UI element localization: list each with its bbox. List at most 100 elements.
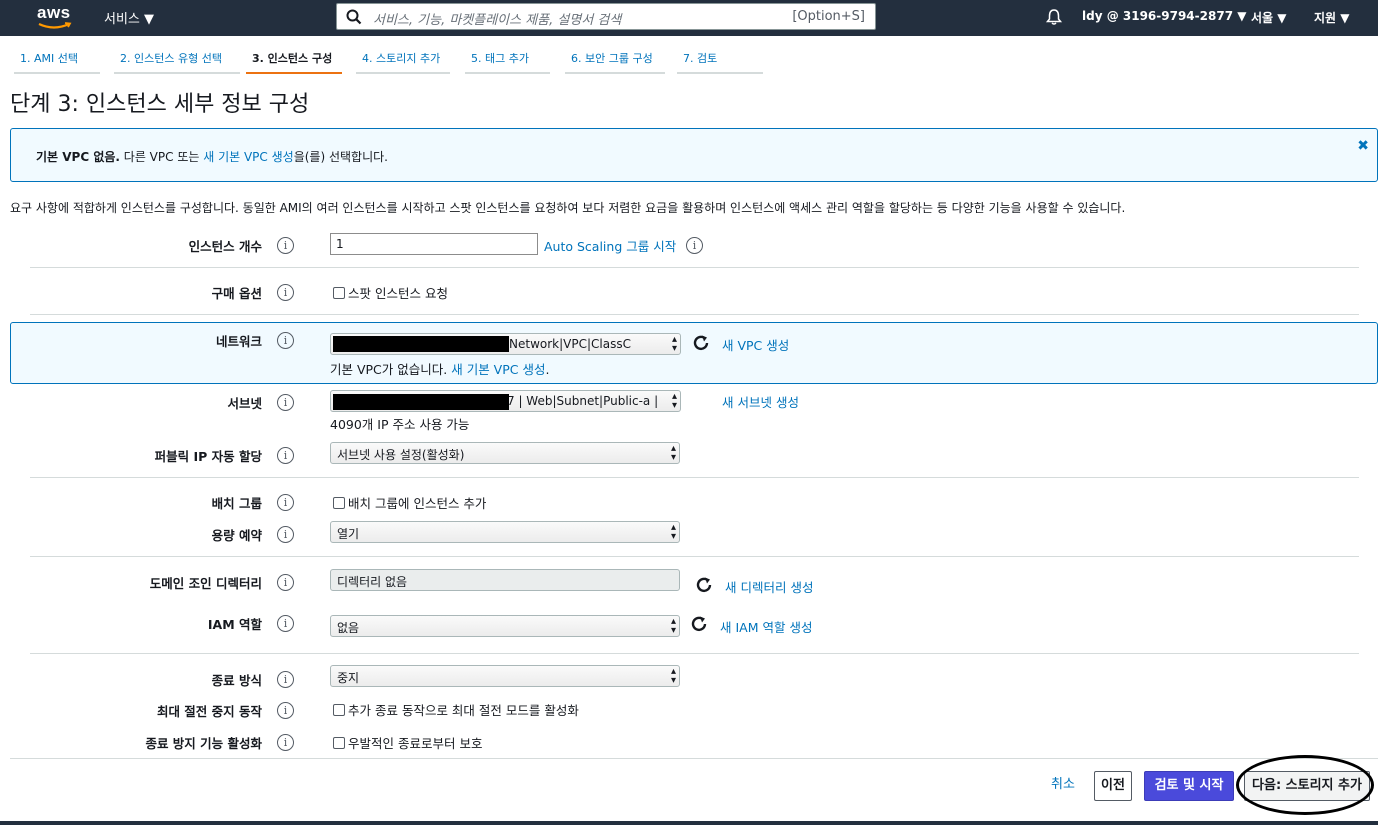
subnet-select-value: 7 | Web|Subnet|Public-a |: [507, 394, 659, 408]
subnet-label: 서브넷: [227, 396, 262, 411]
refresh-icon[interactable]: [691, 333, 711, 353]
notifications-bell-icon[interactable]: [1045, 8, 1063, 26]
account-menu[interactable]: ldy @ 3196-9794-2877 ▼: [1082, 9, 1246, 23]
alert-message: 기본 VPC 없음. 다른 VPC 또는 새 기본 VPC 생성을(를) 선택합…: [36, 148, 388, 165]
create-vpc-link[interactable]: 새 VPC 생성: [722, 335, 789, 354]
placement-group-checkbox[interactable]: 배치 그룹에 인스턴스 추가: [333, 493, 486, 512]
select-arrows-icon: ▴ ▾: [670, 666, 676, 686]
select-arrows-icon: ▴ ▾: [670, 443, 676, 463]
refresh-icon[interactable]: [694, 575, 714, 595]
select-arrows-icon: ▴ ▾: [671, 391, 677, 411]
redaction-bar: [333, 394, 509, 410]
auto-scaling-link[interactable]: Auto Scaling 그룹 시작: [544, 236, 676, 255]
checkbox-box[interactable]: [333, 704, 345, 716]
info-icon[interactable]: i: [277, 671, 294, 688]
search-shortcut-hint: [Option+S]: [792, 9, 865, 24]
info-icon[interactable]: i: [277, 237, 294, 254]
next-add-storage-button[interactable]: 다음: 스토리지 추가: [1244, 771, 1370, 801]
public-ip-label: 퍼블릭 IP 자동 할당: [154, 449, 262, 464]
alert-create-default-vpc-link[interactable]: 새 기본 VPC 생성: [203, 150, 293, 164]
termination-protection-label: 종료 방지 기능 활성화: [145, 736, 262, 751]
refresh-icon[interactable]: [689, 614, 709, 634]
info-icon[interactable]: i: [277, 702, 294, 719]
search-icon: [346, 9, 362, 25]
termination-protection-checkbox[interactable]: 우발적인 종료로부터 보호: [333, 733, 482, 752]
checkbox-box[interactable]: [333, 287, 345, 299]
hibernate-label: 최대 절전 중지 동작: [156, 704, 262, 719]
tab-add-storage[interactable]: 4. 스토리지 추가: [356, 50, 450, 74]
purchase-option-label: 구매 옵션: [211, 286, 262, 301]
iam-role-label: IAM 역할: [207, 617, 262, 632]
info-icon[interactable]: i: [277, 284, 294, 301]
close-icon[interactable]: ✖: [1357, 138, 1369, 154]
info-icon[interactable]: i: [277, 394, 294, 411]
shutdown-behavior-select[interactable]: 중지 ▴ ▾: [330, 665, 680, 687]
termination-protection-checkbox-label: 우발적인 종료로부터 보호: [348, 736, 483, 751]
info-icon[interactable]: i: [277, 526, 294, 543]
info-icon[interactable]: i: [277, 494, 294, 511]
redaction-bar: [333, 336, 509, 352]
page-title: 단계 3: 인스턴스 세부 정보 구성: [10, 92, 310, 117]
info-icon[interactable]: i: [277, 615, 294, 632]
top-navigation: aws 서비스 ▼ 서비스, 기능, 마켓플레이스 제품, 설명서 검색 [Op…: [0, 0, 1378, 36]
support-menu[interactable]: 지원 ▼: [1314, 9, 1350, 26]
shutdown-behavior-label: 종료 방식: [211, 673, 262, 688]
spot-instance-checkbox-label: 스팟 인스턴스 요청: [348, 286, 448, 301]
tab-security-group[interactable]: 6. 보안 그룹 구성: [565, 50, 665, 74]
info-icon[interactable]: i: [277, 574, 294, 591]
aws-logo[interactable]: aws: [36, 3, 76, 31]
cancel-button[interactable]: 취소: [1040, 771, 1086, 801]
placement-group-checkbox-label: 배치 그룹에 인스턴스 추가: [348, 496, 487, 511]
placement-group-label: 배치 그룹: [211, 496, 262, 511]
tab-review[interactable]: 7. 검토: [677, 50, 763, 74]
aws-smile-icon: [38, 22, 72, 29]
review-and-launch-button[interactable]: 검토 및 시작: [1144, 771, 1234, 801]
alert-text-1: 다른 VPC 또는: [119, 150, 204, 164]
hibernate-checkbox[interactable]: 추가 종료 동작으로 최대 절전 모드를 활성화: [333, 700, 579, 719]
alert-text-2: 을(를) 선택합니다.: [293, 150, 388, 164]
spot-instance-checkbox[interactable]: 스팟 인스턴스 요청: [333, 283, 448, 302]
search-placeholder: 서비스, 기능, 마켓플레이스 제품, 설명서 검색: [373, 13, 622, 28]
previous-button[interactable]: 이전: [1094, 771, 1132, 801]
public-ip-select-value: 서브넷 사용 설정(활성화): [337, 448, 465, 462]
instance-count-input[interactable]: 1: [330, 233, 538, 255]
services-menu[interactable]: 서비스 ▼: [104, 8, 154, 27]
select-arrows-icon: ▴ ▾: [671, 334, 677, 354]
tab-instance-type[interactable]: 2. 인스턴스 유형 선택: [114, 50, 240, 74]
no-default-vpc-alert: 기본 VPC 없음. 다른 VPC 또는 새 기본 VPC 생성을(를) 선택합…: [10, 128, 1378, 182]
public-ip-select[interactable]: 서브넷 사용 설정(활성화) ▴ ▾: [330, 442, 680, 464]
region-menu[interactable]: 서울 ▼: [1251, 9, 1287, 26]
divider: [30, 556, 1359, 557]
search-input[interactable]: 서비스, 기능, 마켓플레이스 제품, 설명서 검색 [Option+S]: [336, 3, 876, 30]
capacity-reservation-label: 용량 예약: [211, 528, 262, 543]
create-default-vpc-link[interactable]: 새 기본 VPC 생성: [451, 362, 545, 377]
tab-ami[interactable]: 1. AMI 선택: [14, 50, 100, 74]
create-subnet-link[interactable]: 새 서브넷 생성: [722, 392, 799, 411]
create-iam-role-link[interactable]: 새 IAM 역할 생성: [720, 617, 812, 636]
shutdown-behavior-value: 중지: [337, 671, 360, 685]
iam-role-value: 없음: [337, 621, 360, 635]
divider: [30, 314, 1359, 315]
select-arrows-icon: ▴ ▾: [670, 522, 676, 542]
instance-count-label: 인스턴스 개수: [188, 239, 262, 254]
divider: [30, 653, 1359, 654]
info-icon[interactable]: i: [277, 447, 294, 464]
checkbox-box[interactable]: [333, 497, 345, 509]
page-description: 요구 사항에 적합하게 인스턴스를 구성합니다. 동일한 AMI의 여러 인스턴…: [10, 201, 1126, 215]
tab-add-tags[interactable]: 5. 태그 추가: [465, 50, 550, 74]
network-label: 네트워크: [215, 334, 262, 349]
info-icon[interactable]: i: [277, 734, 294, 751]
capacity-reservation-value: 열기: [337, 527, 360, 541]
network-note: 기본 VPC가 없습니다. 새 기본 VPC 생성.: [330, 359, 549, 378]
capacity-reservation-select[interactable]: 열기 ▴ ▾: [330, 521, 680, 543]
info-icon[interactable]: i: [277, 332, 294, 349]
hibernate-checkbox-label: 추가 종료 동작으로 최대 절전 모드를 활성화: [348, 703, 579, 718]
tab-configure-instance[interactable]: 3. 인스턴스 구성: [246, 50, 342, 74]
network-note-period: .: [545, 362, 550, 377]
iam-role-select[interactable]: 없음 ▴ ▾: [330, 615, 680, 637]
info-icon[interactable]: i: [686, 237, 703, 254]
footer-divider: [10, 758, 1378, 759]
create-directory-link[interactable]: 새 디렉터리 생성: [725, 577, 813, 596]
domain-join-select[interactable]: 디렉터리 없음: [330, 569, 680, 591]
checkbox-box[interactable]: [333, 737, 345, 749]
